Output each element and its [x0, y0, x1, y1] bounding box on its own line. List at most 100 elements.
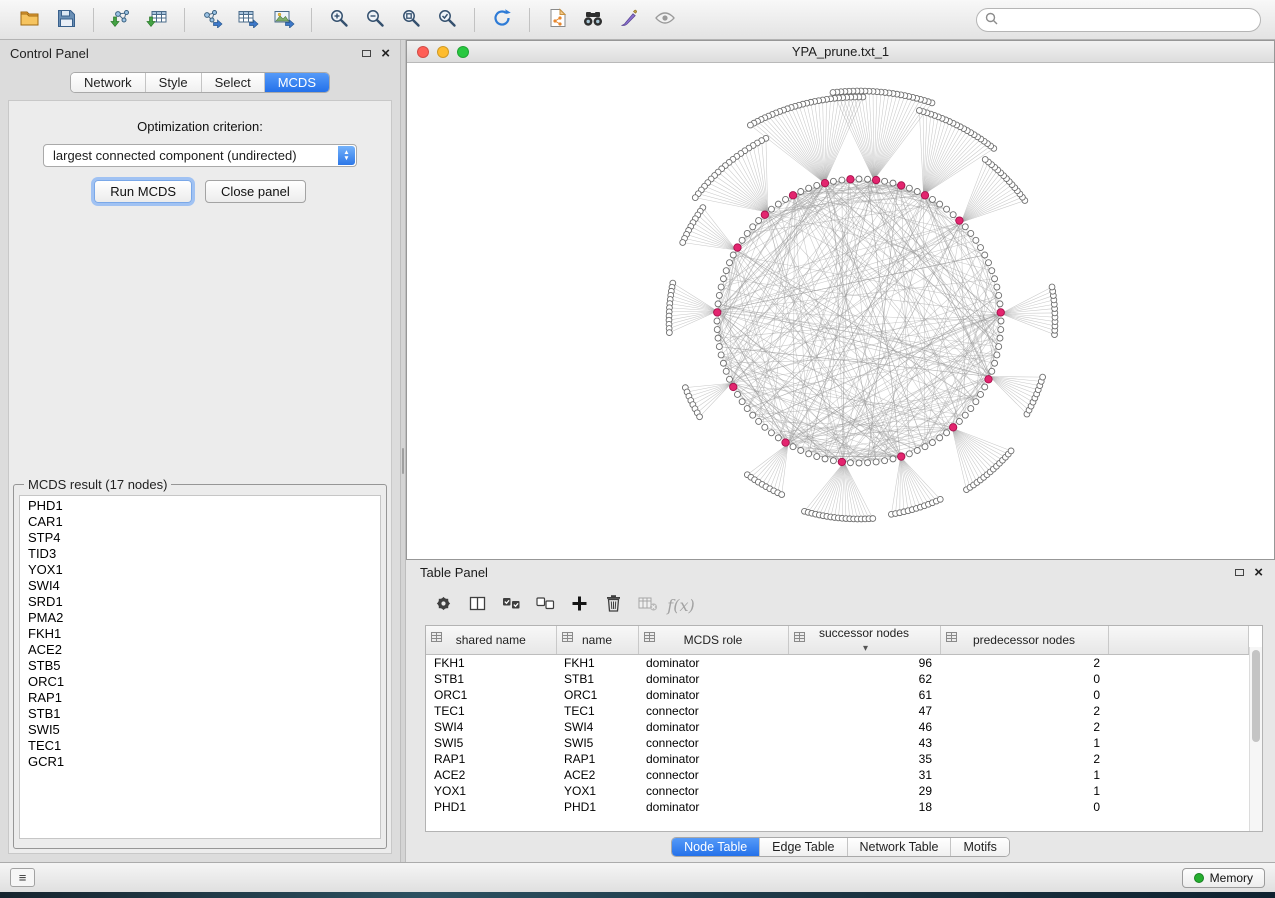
column-header-predecessor-nodes[interactable]: predecessor nodes [940, 626, 1108, 655]
table-row[interactable]: YOX1YOX1connector291 [426, 783, 1249, 799]
panel-menu-icon[interactable]: ≡ [10, 868, 35, 887]
zoom-fit-button[interactable] [393, 5, 429, 35]
apply-style-button[interactable] [611, 5, 647, 35]
network-file-button[interactable] [539, 5, 575, 35]
network-canvas[interactable] [407, 63, 1274, 559]
mcds-result-item[interactable]: YOX1 [20, 562, 380, 578]
column-header-name[interactable]: name [556, 626, 638, 655]
table-row[interactable]: FKH1FKH1dominator962 [426, 655, 1249, 671]
close-mcds-panel-button[interactable]: Close panel [205, 180, 306, 203]
table-row[interactable]: TEC1TEC1connector472 [426, 703, 1249, 719]
tab-node-table[interactable]: Node Table [672, 838, 760, 856]
delete-column-button[interactable] [598, 591, 628, 619]
close-window-button[interactable] [417, 46, 429, 58]
mcds-result-item[interactable]: PHD1 [20, 498, 380, 514]
select-all-icon [501, 594, 522, 616]
tab-style[interactable]: Style [146, 73, 202, 92]
zoom-in-button[interactable] [321, 5, 357, 35]
mcds-result-item[interactable]: STB1 [20, 706, 380, 722]
close-table-panel-icon[interactable]: × [1254, 565, 1263, 580]
mcds-result-item[interactable]: FKH1 [20, 626, 380, 642]
mcds-result-item[interactable]: SWI5 [20, 722, 380, 738]
export-image-button[interactable] [266, 5, 302, 35]
column-header-successor-nodes[interactable]: successor nodes▾ [788, 626, 940, 655]
mcds-result-item[interactable]: ACE2 [20, 642, 380, 658]
table-mode-gear-button[interactable] [428, 591, 458, 619]
mcds-result-item[interactable]: STB5 [20, 658, 380, 674]
import-network-button[interactable] [103, 5, 139, 35]
mcds-result-item[interactable]: STP4 [20, 530, 380, 546]
first-neighbors-button[interactable] [575, 5, 611, 35]
function-builder-button[interactable]: f(x) [666, 591, 696, 619]
column-header-shared-name[interactable]: shared name [426, 626, 556, 655]
create-column-button[interactable] [564, 591, 594, 619]
main-toolbar [0, 0, 1275, 40]
mcds-result-item[interactable]: RAP1 [20, 690, 380, 706]
export-network-button[interactable] [194, 5, 230, 35]
table-row[interactable]: SWI5SWI5connector431 [426, 735, 1249, 751]
tab-motifs[interactable]: Motifs [951, 838, 1008, 856]
show-columns-button[interactable] [462, 591, 492, 619]
criterion-dropdown[interactable]: largest connected component (undirected)… [43, 144, 357, 167]
table-row[interactable]: PHD1PHD1dominator180 [426, 799, 1249, 815]
table-cell: 18 [788, 799, 940, 815]
mcds-result-list[interactable]: PHD1CAR1STP4TID3YOX1SWI4SRD1PMA2FKH1ACE2… [19, 495, 381, 839]
table-cell-filler [1108, 671, 1249, 687]
show-hide-graphics-button[interactable] [647, 5, 683, 35]
search-box[interactable] [976, 8, 1261, 32]
maximize-window-button[interactable] [457, 46, 469, 58]
mcds-result-item[interactable]: TID3 [20, 546, 380, 562]
mcds-result-item[interactable]: CAR1 [20, 514, 380, 530]
mcds-result-item[interactable]: SWI4 [20, 578, 380, 594]
divider-grip[interactable] [402, 448, 404, 474]
zoom-selected-icon [437, 8, 457, 31]
mcds-result-item[interactable]: SRD1 [20, 594, 380, 610]
tab-mcds[interactable]: MCDS [265, 73, 329, 92]
table-cell: SWI4 [556, 719, 638, 735]
mcds-result-item[interactable]: ORC1 [20, 674, 380, 690]
column-header-MCDS-role[interactable]: MCDS role [638, 626, 788, 655]
select-all-button[interactable] [496, 591, 526, 619]
tab-edge-table[interactable]: Edge Table [760, 838, 847, 856]
run-mcds-button[interactable]: Run MCDS [94, 180, 192, 203]
apply-layout-button[interactable] [484, 5, 520, 35]
tab-network[interactable]: Network [71, 73, 146, 92]
float-table-panel-icon[interactable] [1235, 569, 1244, 576]
mcds-result-item[interactable]: TEC1 [20, 738, 380, 754]
delete-table-button[interactable] [632, 591, 662, 619]
deselect-all-button[interactable] [530, 591, 560, 619]
close-panel-icon[interactable]: × [381, 46, 390, 61]
status-bar: ≡ Memory [0, 862, 1275, 892]
network-window-titlebar: YPA_prune.txt_1 [407, 41, 1274, 63]
table-body: FKH1FKH1dominator962STB1STB1dominator620… [426, 655, 1249, 815]
mcds-result-item[interactable]: PMA2 [20, 610, 380, 626]
table-row[interactable]: STB1STB1dominator620 [426, 671, 1249, 687]
table-scrollbar[interactable] [1249, 647, 1262, 831]
table-scrollbar-thumb[interactable] [1252, 650, 1260, 742]
table-cell: dominator [638, 719, 788, 735]
import-network-icon [110, 9, 132, 31]
zoom-out-button[interactable] [357, 5, 393, 35]
table-cell: dominator [638, 799, 788, 815]
save-session-button[interactable] [48, 5, 84, 35]
export-table-button[interactable] [230, 5, 266, 35]
table-row[interactable]: RAP1RAP1dominator352 [426, 751, 1249, 767]
minimize-window-button[interactable] [437, 46, 449, 58]
memory-button[interactable]: Memory [1182, 868, 1265, 888]
tab-network-table[interactable]: Network Table [848, 838, 952, 856]
float-panel-icon[interactable] [362, 50, 371, 57]
open-file-button[interactable] [12, 5, 48, 35]
panel-divider[interactable] [400, 40, 406, 862]
table-row[interactable]: ACE2ACE2connector311 [426, 767, 1249, 783]
column-label: successor nodes [789, 626, 940, 640]
table-row[interactable]: ORC1ORC1dominator610 [426, 687, 1249, 703]
tab-select[interactable]: Select [202, 73, 265, 92]
table-cell: 62 [788, 671, 940, 687]
table-row[interactable]: SWI4SWI4dominator462 [426, 719, 1249, 735]
zoom-selected-button[interactable] [429, 5, 465, 35]
mcds-panel: Optimization criterion: largest connecte… [8, 100, 392, 854]
table-cell-filler [1108, 735, 1249, 751]
search-input[interactable] [1004, 12, 1252, 27]
import-table-button[interactable] [139, 5, 175, 35]
mcds-result-item[interactable]: GCR1 [20, 754, 380, 770]
